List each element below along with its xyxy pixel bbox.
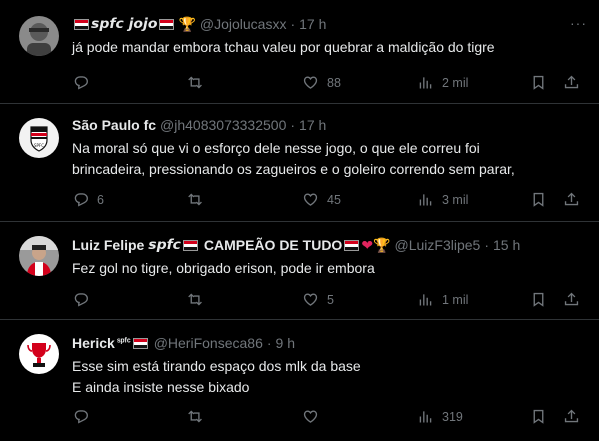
user-handle[interactable]: @jh4083073332500 [160,116,286,134]
tweet-text: Fez gol no tigre, obrigado erison, pode … [72,260,375,276]
views-icon [419,76,432,90]
reply-button[interactable] [72,74,97,91]
bookmark-icon [533,75,544,90]
trophy-icon: 🏆 [373,237,391,253]
share-button[interactable] [563,74,580,91]
share-button[interactable] [563,291,580,308]
retweet-icon [188,293,203,306]
like-icon [303,293,318,306]
reply-button[interactable]: 6 [72,191,104,208]
share-icon [564,75,579,89]
avatar[interactable] [19,236,59,276]
like-button[interactable] [302,408,327,425]
share-button[interactable] [563,408,580,425]
tweet[interactable]: SPFC São Paulo fc @jh4083073332500 · 17 … [0,104,599,222]
bookmark-button[interactable] [530,291,547,308]
share-icon [564,292,579,306]
tweet-text: Esse sim está tirando espaço dos mlk da … [72,358,361,395]
retweet-button[interactable] [187,291,212,308]
share-icon [564,192,579,206]
trophy-icon: 🏆 [178,16,196,32]
views-button[interactable]: 2 mil [417,74,468,91]
reply-icon [74,193,88,207]
like-button[interactable]: 5 [302,291,334,308]
flag-icon [132,337,148,349]
views-icon [419,293,432,307]
bookmark-button[interactable] [530,408,547,425]
retweet-icon [188,410,203,423]
tweet[interactable]: 𝙨𝙥𝙛𝙘 𝙟𝙤𝙟𝙤 🏆 @Jojolucasxx · 17 h ··· já p… [0,0,599,104]
reply-button[interactable] [72,408,97,425]
views-button[interactable]: 3 mil [417,191,468,208]
views-icon [419,193,432,207]
reply-button[interactable] [72,291,97,308]
bookmark-icon [533,409,544,424]
display-name[interactable]: São Paulo fc [72,116,156,134]
retweet-button[interactable] [187,74,212,91]
flag-icon [344,239,360,251]
user-handle[interactable]: @Jojolucasxx [200,15,287,33]
tweet[interactable]: Herick ˢᵖᶠᶜ @HeriFonseca86 · 9 h Esse si… [0,320,599,441]
display-name[interactable]: Herick ˢᵖᶠᶜ [72,334,150,352]
tweet-text: já pode mandar embora tchau valeu por qu… [72,39,495,55]
share-icon [564,409,579,423]
tweet-text: Na moral só que vi o esforço dele nesse … [72,140,515,177]
retweet-icon [188,193,203,206]
bookmark-icon [533,192,544,207]
flag-icon [159,18,175,30]
avatar[interactable] [19,16,59,56]
avatar[interactable]: SPFC [19,118,59,158]
flag-icon [182,239,198,251]
bookmark-button[interactable] [530,74,547,91]
like-icon [303,76,318,89]
reply-icon [74,76,88,90]
heart-icon: ❤ [361,237,374,253]
bookmark-button[interactable] [530,191,547,208]
views-button[interactable]: 319 [417,408,463,425]
reply-icon [74,293,88,307]
timestamp[interactable]: 15 h [493,236,520,254]
flag-icon [74,18,89,30]
like-button[interactable]: 45 [302,191,341,208]
like-button[interactable]: 88 [302,74,341,91]
views-button[interactable]: 1 mil [417,291,468,308]
avatar[interactable] [19,334,59,374]
timestamp[interactable]: 17 h [299,15,326,33]
bookmark-icon [533,292,544,307]
tweet[interactable]: Luiz Felipe 𝙨𝙥𝙛𝙘 CAMPEÃO DE TUDO ❤ 🏆 @Lu… [0,222,599,320]
reply-icon [74,410,88,424]
retweet-button[interactable] [187,191,212,208]
timestamp[interactable]: 9 h [276,334,295,352]
user-handle[interactable]: @HeriFonseca86 [154,334,263,352]
display-name[interactable]: 𝙨𝙥𝙛𝙘 𝙟𝙤𝙟𝙤 🏆 [72,15,196,33]
share-button[interactable] [563,191,580,208]
svg-text:SPFC: SPFC [34,143,44,148]
timestamp[interactable]: 17 h [299,116,326,134]
views-icon [419,410,432,424]
user-handle[interactable]: @LuizF3lipe5 [395,236,481,254]
display-name[interactable]: Luiz Felipe 𝙨𝙥𝙛𝙘 CAMPEÃO DE TUDO ❤ 🏆 [72,236,391,254]
retweet-icon [188,76,203,89]
retweet-button[interactable] [187,408,212,425]
like-icon [303,193,318,206]
like-icon [303,410,318,423]
more-options-icon[interactable]: ··· [570,14,587,32]
